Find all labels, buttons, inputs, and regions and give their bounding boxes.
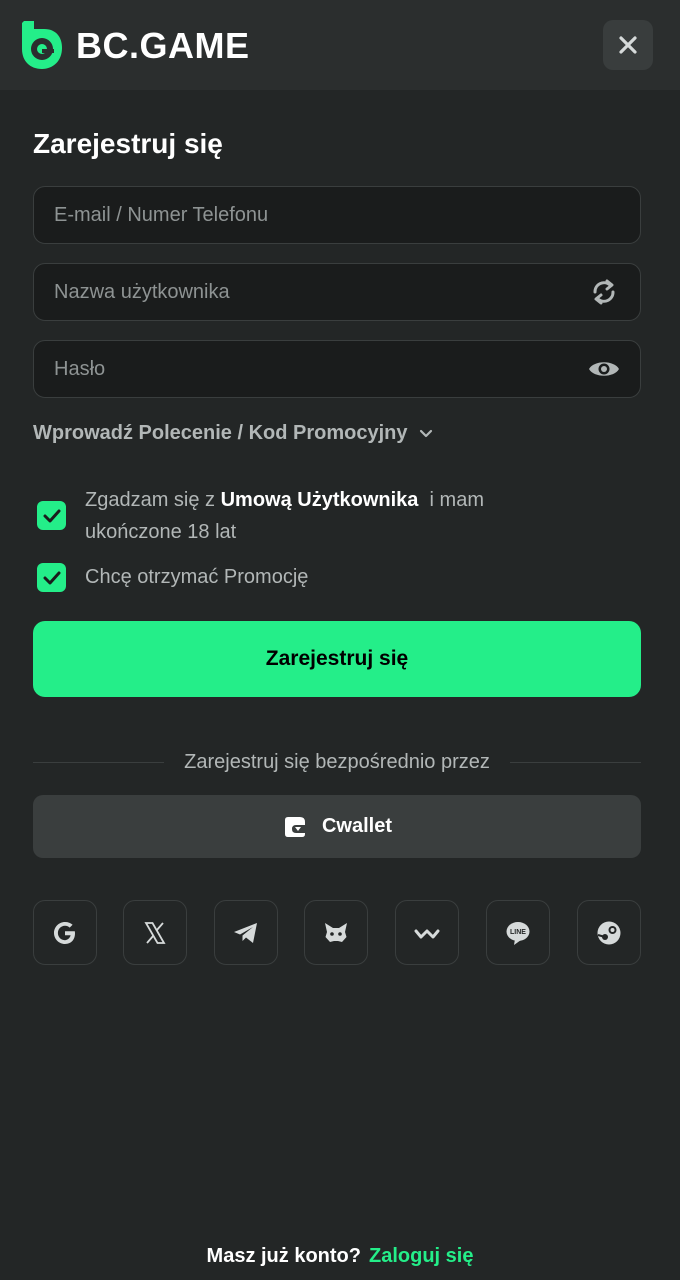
checkmark-icon: [43, 509, 60, 522]
username-input[interactable]: [54, 280, 588, 304]
telegram-icon: [234, 922, 257, 943]
register-submit-button[interactable]: Zarejestruj się: [33, 621, 641, 697]
google-icon: [54, 921, 75, 944]
login-link[interactable]: Zaloguj się: [369, 1245, 473, 1268]
password-field-container: [33, 340, 641, 398]
alt-signup-divider: Zarejestruj się bezpośrednio przez: [33, 748, 642, 776]
chevron-down-icon: [419, 429, 432, 437]
walletconnect-signup-button[interactable]: [395, 900, 459, 965]
toggle-password-visibility-button[interactable]: [588, 353, 620, 385]
divider-line-left: [33, 761, 165, 763]
promotions-checkbox[interactable]: [37, 563, 66, 592]
telegram-signup-button[interactable]: [214, 900, 278, 965]
user-agreement-link[interactable]: Umową Użytkownika: [221, 489, 419, 511]
cwallet-signup-button[interactable]: Cwallet: [33, 795, 641, 858]
terms-text: Zgadzam się z Umową Użytkownika i mam uk…: [85, 484, 585, 548]
line-icon: LINE: [506, 921, 530, 945]
terms-checkbox[interactable]: [37, 501, 66, 530]
logo[interactable]: BC.GAME: [20, 20, 250, 72]
steam-icon: [597, 921, 621, 944]
promo-code-toggle-label: Wprowadź Polecenie / Kod Promocyjny: [33, 422, 408, 444]
refresh-icon: [593, 279, 615, 305]
metamask-signup-button[interactable]: [304, 900, 368, 965]
checkmark-icon: [43, 571, 60, 584]
close-button[interactable]: [603, 20, 653, 70]
close-icon: [619, 36, 637, 54]
bc-game-logo-icon: [22, 21, 62, 69]
line-signup-button[interactable]: LINE: [486, 900, 550, 965]
promo-code-toggle[interactable]: Wprowadź Polecenie / Kod Promocyjny: [33, 422, 434, 445]
alt-signup-text: Zarejestruj się bezpośrednio przez: [184, 750, 490, 773]
logo-text: BC.GAME: [76, 25, 250, 66]
register-page: BC.GAME Zarejestruj się E-mail / Numer T…: [0, 0, 680, 1280]
email-input[interactable]: [54, 203, 620, 227]
social-signup-row: LINE: [33, 900, 641, 965]
password-input[interactable]: [54, 357, 588, 381]
steam-signup-button[interactable]: [577, 900, 641, 965]
terms-consent-row: Zgadzam się z Umową Użytkownika i mam uk…: [37, 484, 585, 548]
footer: Masz już konto? Zaloguj się: [0, 1240, 680, 1272]
promotions-consent-row: Chcę otrzymać Promocję: [37, 563, 585, 592]
google-signup-button[interactable]: [33, 900, 97, 965]
metamask-icon: [325, 922, 347, 942]
form-title: Zarejestruj się: [33, 128, 223, 159]
svg-text:LINE: LINE: [510, 929, 526, 936]
eye-icon: [589, 362, 619, 376]
have-account-question: Masz już konto?: [206, 1244, 361, 1267]
username-field-container: [33, 263, 641, 321]
promotions-consent-label: Chcę otrzymać Promocję: [85, 566, 309, 588]
walletconnect-icon: [414, 929, 440, 938]
x-icon: [144, 921, 166, 944]
x-signup-button[interactable]: [123, 900, 187, 965]
cwallet-label: Cwallet: [321, 815, 393, 837]
divider-line-right: [509, 761, 642, 763]
header: BC.GAME: [0, 0, 680, 90]
terms-prefix: Zgadzam się z: [85, 489, 221, 511]
refresh-username-button[interactable]: [588, 276, 620, 308]
email-field-container: [33, 186, 641, 244]
cwallet-icon: [284, 816, 305, 837]
